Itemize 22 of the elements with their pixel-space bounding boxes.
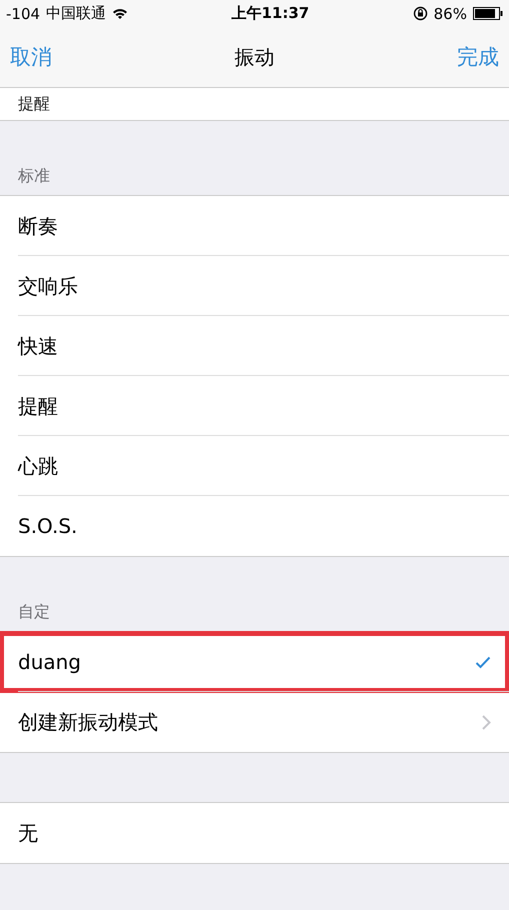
list-row[interactable]: 提醒 <box>0 376 509 436</box>
section-header: 自定 <box>18 602 50 623</box>
list-row[interactable]: 创建新振动模式 <box>0 692 509 752</box>
highlighted-list-row[interactable]: duang <box>0 632 509 692</box>
rotation-lock-icon <box>412 6 428 21</box>
list-row[interactable]: 快速 <box>0 316 509 376</box>
signal-strength: -104 <box>6 4 40 22</box>
carrier-name: 中国联通 <box>46 4 106 23</box>
list-row[interactable]: 交响乐 <box>0 256 509 316</box>
list-row[interactable]: 无 <box>0 803 509 863</box>
list-row[interactable]: 断奏 <box>0 196 509 256</box>
checkmark-icon <box>475 656 491 668</box>
section-header: 标准 <box>18 166 50 187</box>
list-row[interactable]: 心跳 <box>0 436 509 496</box>
list-row[interactable]: S.O.S. <box>0 496 509 556</box>
clock: 上午11:37 <box>231 4 310 23</box>
battery-icon <box>472 7 503 20</box>
chevron-icon <box>482 714 491 730</box>
screen-title: 振动 <box>234 44 274 70</box>
list-row[interactable]: 提醒 <box>0 88 509 121</box>
battery-percentage: 86% <box>434 4 467 22</box>
wifi-icon <box>112 8 128 20</box>
